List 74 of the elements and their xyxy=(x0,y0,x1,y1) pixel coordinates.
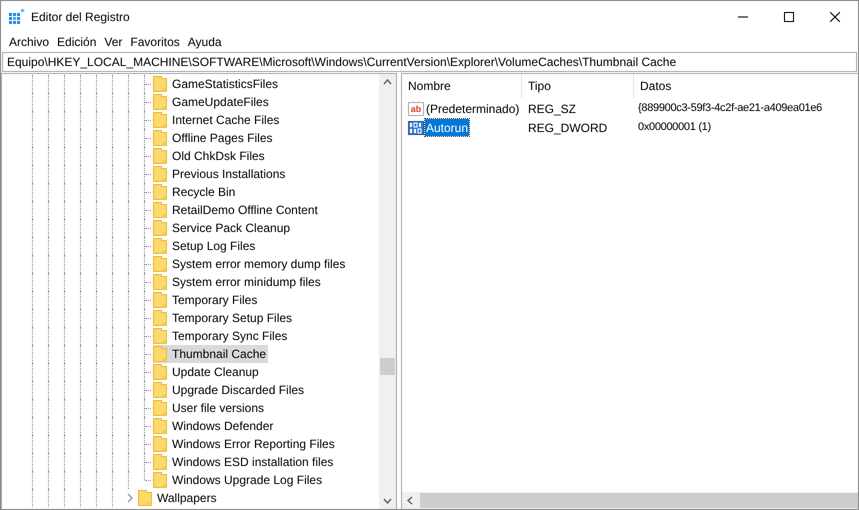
tree-item[interactable]: System error minidump files xyxy=(153,273,323,291)
scrollbar-thumb[interactable] xyxy=(420,493,858,508)
tree-item[interactable]: Temporary Setup Files xyxy=(153,309,294,327)
close-icon xyxy=(830,12,840,22)
folder-icon xyxy=(153,346,167,362)
value-name[interactable]: Autorun xyxy=(425,119,470,136)
scrollbar-thumb[interactable] xyxy=(380,358,395,375)
menu-item[interactable]: Edición xyxy=(53,33,100,51)
folder-icon xyxy=(153,310,167,326)
folder-icon xyxy=(153,76,167,92)
tree-item[interactable]: Windows ESD installation files xyxy=(153,453,336,471)
folder-icon xyxy=(153,382,167,398)
folder-icon xyxy=(153,418,167,434)
folder-icon xyxy=(153,292,167,308)
folder-icon xyxy=(153,94,167,110)
tree-item[interactable]: System error memory dump files xyxy=(153,255,348,273)
value-name[interactable]: (Predeterminado) xyxy=(425,100,520,117)
chevron-right-icon[interactable] xyxy=(126,493,134,503)
folder-icon xyxy=(153,112,167,128)
tree-item[interactable]: Internet Cache Files xyxy=(153,111,282,129)
vertical-scrollbar[interactable] xyxy=(379,74,396,509)
text-value-icon: ab xyxy=(408,102,424,116)
folder-icon xyxy=(138,490,152,506)
horizontal-scrollbar[interactable] xyxy=(402,492,858,509)
tree-item[interactable]: Windows Error Reporting Files xyxy=(153,435,337,453)
folder-icon xyxy=(153,328,167,344)
folder-icon xyxy=(153,436,167,452)
folder-icon xyxy=(153,364,167,380)
tree-item[interactable]: Temporary Sync Files xyxy=(153,327,290,345)
folder-icon xyxy=(153,220,167,236)
folder-icon xyxy=(153,130,167,146)
column-header[interactable]: Nombre xyxy=(402,74,522,98)
menu-item[interactable]: Ver xyxy=(100,33,126,51)
tree-item[interactable]: Update Cleanup xyxy=(153,363,261,381)
tree-item[interactable]: RetailDemo Offline Content xyxy=(153,201,320,219)
folder-icon xyxy=(153,472,167,488)
folder-icon xyxy=(153,454,167,470)
tree-item[interactable]: Offline Pages Files xyxy=(153,129,274,147)
folder-icon xyxy=(153,148,167,164)
menu-item[interactable]: Favoritos xyxy=(126,33,184,51)
folder-icon xyxy=(153,166,167,182)
table-cell-text: REG_DWORD xyxy=(527,120,608,136)
tree-item[interactable]: Upgrade Discarded Files xyxy=(153,381,306,399)
maximize-icon xyxy=(784,12,794,22)
tree-item[interactable]: Temporary Files xyxy=(153,291,260,309)
folder-icon xyxy=(153,184,167,200)
folder-icon xyxy=(153,238,167,254)
column-header[interactable]: Datos xyxy=(634,74,858,98)
tree-item[interactable]: Wallpapers xyxy=(138,489,219,507)
menu-item[interactable]: Ayuda xyxy=(184,33,226,51)
tree-item[interactable]: Thumbnail Cache xyxy=(153,345,268,363)
tree-item[interactable]: GameUpdateFiles xyxy=(153,93,271,111)
registry-grid-icon xyxy=(9,8,25,24)
table-cell-text: REG_SZ xyxy=(527,100,578,118)
table-cell-text: {889900c3-59f3-4c2f-ae21-a409ea01e6 xyxy=(637,101,822,116)
tree-item[interactable]: GameStatisticsFiles xyxy=(153,75,280,93)
folder-icon xyxy=(153,274,167,290)
menu-item[interactable]: Archivo xyxy=(5,33,54,51)
tree-item[interactable]: Service Pack Cleanup xyxy=(153,219,292,237)
folder-icon xyxy=(153,202,167,218)
tree-item[interactable]: Previous Installations xyxy=(153,165,288,183)
tree-item[interactable]: Setup Log Files xyxy=(153,237,258,255)
address-bar[interactable]: Equipo\HKEY_LOCAL_MACHINE\SOFTWARE\Microsoft\Windows\CurrentVersion\Explorer\VolumeCaches\Thumbnail Cache xyxy=(2,52,857,72)
binary-value-icon xyxy=(408,120,424,136)
tree-item[interactable]: Old ChkDsk Files xyxy=(153,147,267,165)
tree-item[interactable]: Recycle Bin xyxy=(153,183,238,201)
tree-item[interactable]: User file versions xyxy=(153,399,266,417)
folder-icon xyxy=(153,400,167,416)
tree-item[interactable]: Windows Upgrade Log Files xyxy=(153,471,324,489)
folder-icon xyxy=(153,256,167,272)
tree-item[interactable]: Windows Defender xyxy=(153,417,276,435)
window-title: Editor del Registro xyxy=(31,8,130,26)
column-header[interactable]: Tipo xyxy=(522,74,634,98)
table-cell-text: 0x00000001 (1) xyxy=(637,120,711,136)
